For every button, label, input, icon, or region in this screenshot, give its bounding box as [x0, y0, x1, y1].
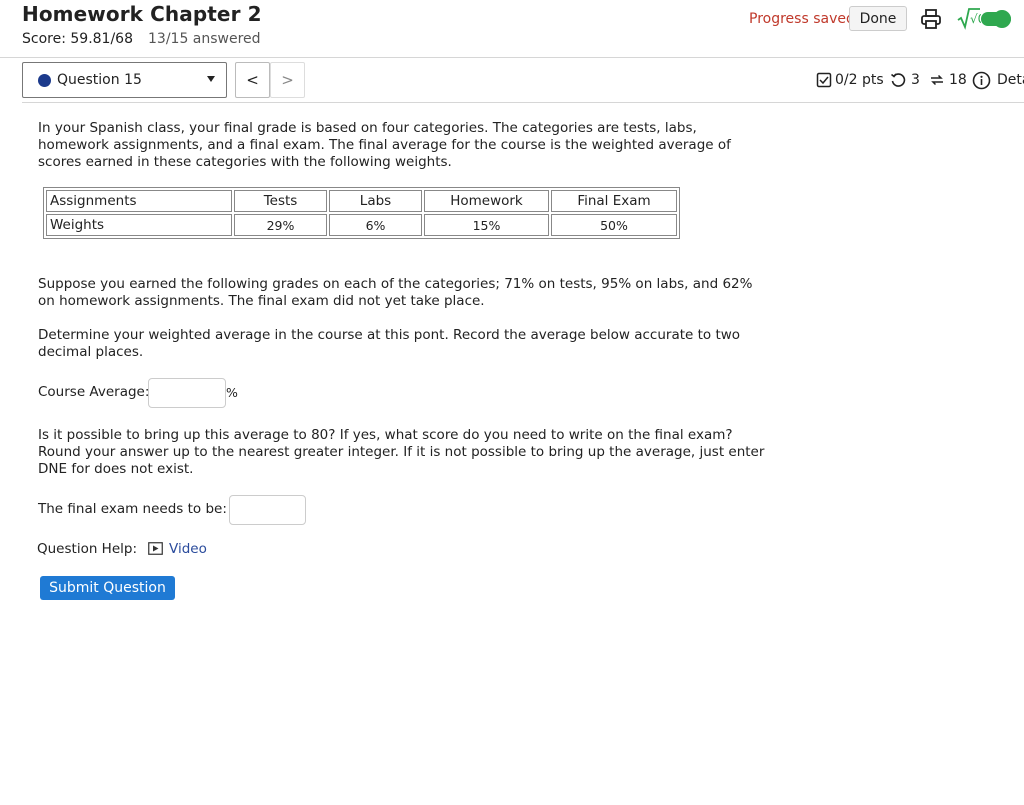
done-button[interactable]: Done — [849, 6, 907, 31]
details-link[interactable]: Deta — [997, 72, 1024, 88]
next-question-button[interactable]: > — [270, 62, 305, 98]
video-link[interactable]: Video — [169, 541, 207, 557]
points-text: 0/2 pts — [835, 72, 884, 88]
table-cell: 29% — [234, 214, 327, 236]
progress-status: Progress saved — [749, 11, 855, 27]
score-text: Score: 59.81/68 — [22, 31, 133, 47]
info-icon[interactable] — [972, 71, 991, 90]
retry-icon — [891, 73, 906, 87]
table-cell: Tests — [234, 190, 327, 212]
video-icon[interactable] — [148, 542, 163, 555]
caret-down-icon — [207, 76, 215, 82]
final-exam-label: The final exam needs to be: — [38, 501, 227, 517]
table-cell: Labs — [329, 190, 422, 212]
checkbox-icon — [816, 72, 832, 88]
question-status-dot — [38, 74, 51, 87]
question-select[interactable]: Question 15 — [22, 62, 227, 98]
table-cell: Weights — [46, 214, 232, 236]
table-cell: Homework — [424, 190, 549, 212]
attempts-icon — [931, 74, 943, 86]
math-label: √0 — [970, 12, 981, 26]
question-intro: In your Spanish class, your final grade … — [38, 120, 731, 170]
final-exam-input[interactable] — [229, 495, 306, 525]
retries-count: 3 — [911, 72, 920, 88]
course-average-input[interactable] — [148, 378, 226, 408]
header-divider — [0, 57, 1024, 58]
page-header: Homework Chapter 2 Score: 59.81/68 13/15… — [0, 0, 1024, 58]
toggle-knob — [993, 10, 1011, 28]
table-cell: 15% — [424, 214, 549, 236]
question-select-label: Question 15 — [57, 72, 142, 88]
table-row: Assignments Tests Labs Homework Final Ex… — [46, 190, 677, 212]
weights-table: Assignments Tests Labs Homework Final Ex… — [43, 187, 680, 239]
percent-sign: % — [226, 385, 238, 400]
subheader-divider — [22, 102, 1024, 103]
table-row: Weights 29% 6% 15% 50% — [46, 214, 677, 236]
table-cell: Final Exam — [551, 190, 677, 212]
submit-question-button[interactable]: Submit Question — [40, 576, 175, 600]
table-cell: Assignments — [46, 190, 232, 212]
question-help-label: Question Help: — [37, 541, 137, 557]
table-cell: 50% — [551, 214, 677, 236]
math-entry-icon[interactable]: √0 — [957, 6, 981, 30]
possible-text: Is it possible to bring up this average … — [38, 427, 765, 477]
page-title: Homework Chapter 2 — [22, 2, 262, 26]
previous-question-button[interactable]: < — [235, 62, 270, 98]
grades-text: Suppose you earned the following grades … — [38, 276, 753, 309]
math-toggle[interactable] — [981, 10, 1011, 28]
print-icon[interactable] — [920, 8, 942, 30]
table-cell: 6% — [329, 214, 422, 236]
course-average-label: Course Average: — [38, 384, 150, 400]
answered-count: 13/15 answered — [148, 31, 261, 47]
determine-text: Determine your weighted average in the c… — [38, 327, 741, 360]
attempts-count: 18 — [949, 72, 967, 88]
